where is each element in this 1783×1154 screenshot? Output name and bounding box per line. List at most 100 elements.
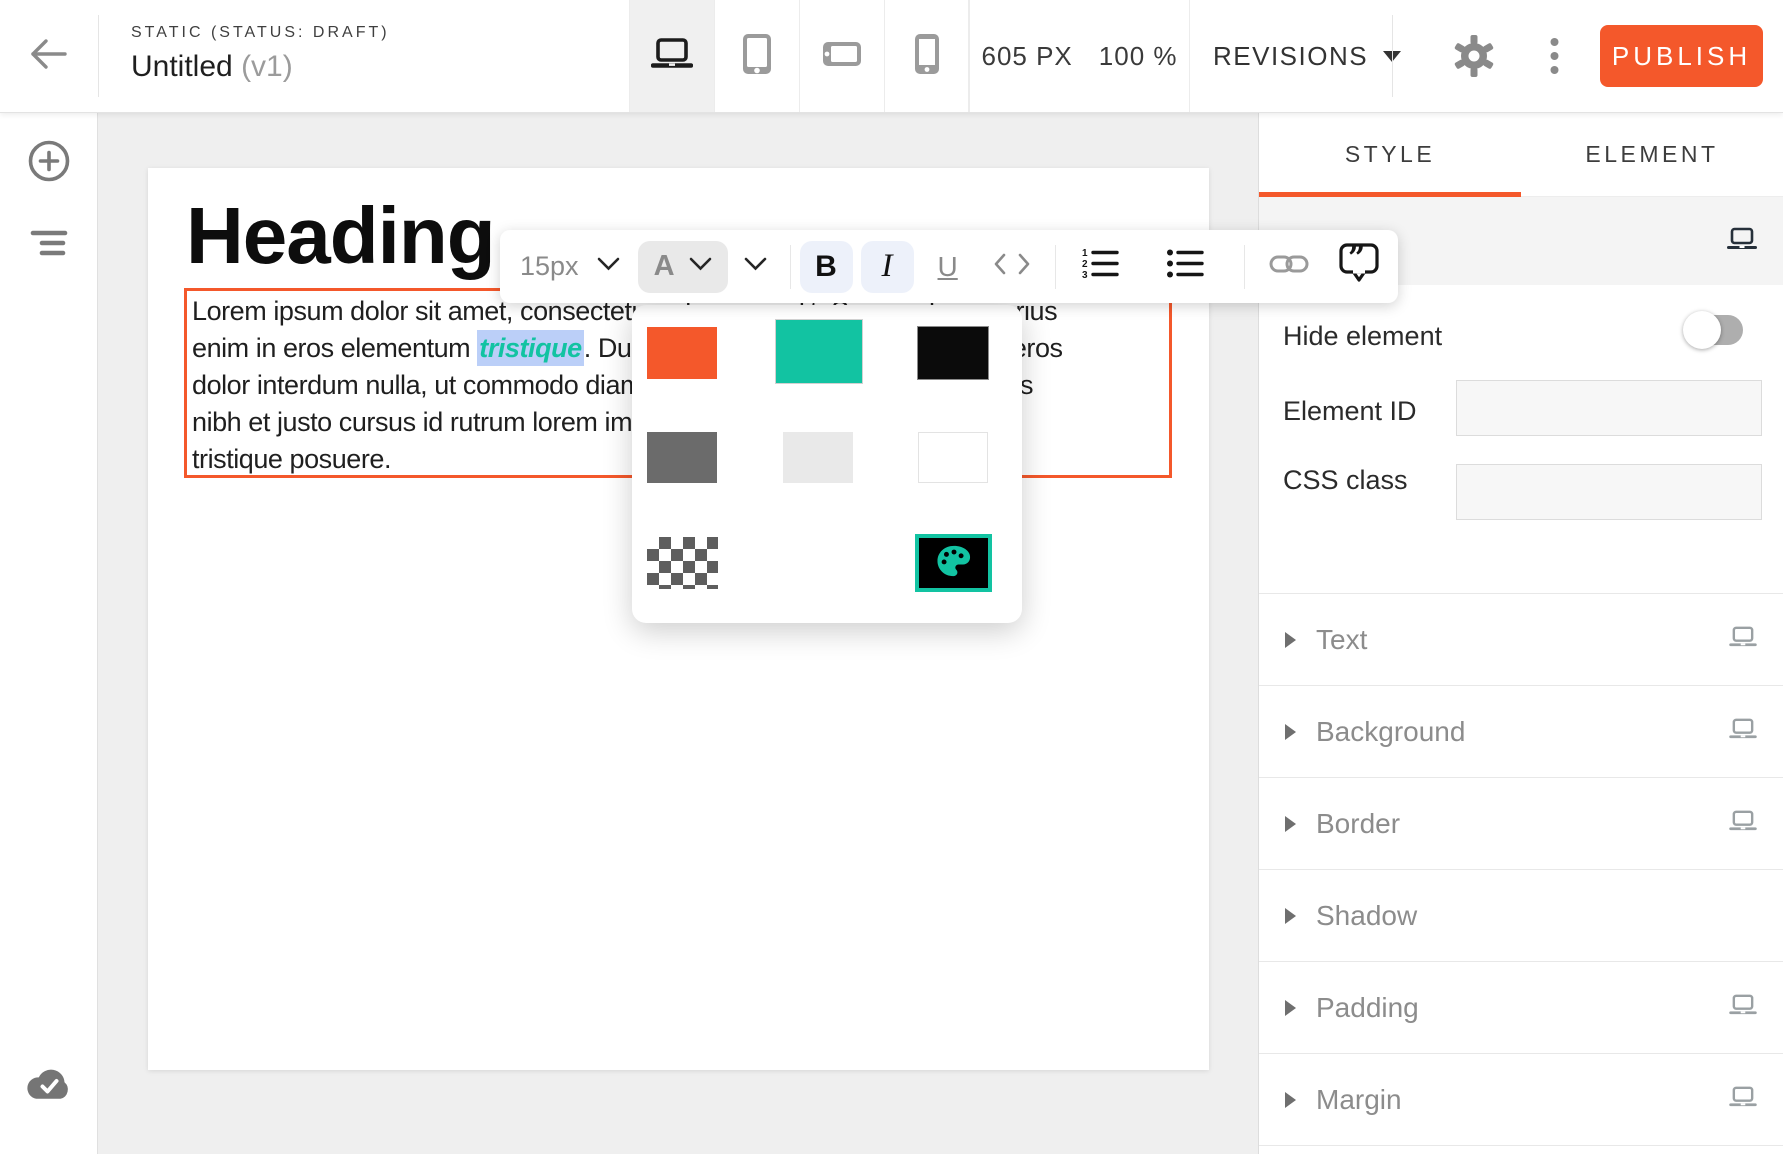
- italic-button[interactable]: I: [861, 241, 914, 293]
- unordered-list-icon: [1166, 248, 1204, 285]
- link-button[interactable]: [1269, 253, 1309, 280]
- gear-icon: [1452, 65, 1496, 82]
- color-swatch-dark-gray[interactable]: [647, 432, 717, 483]
- document-version: (v1): [241, 50, 293, 83]
- canvas-dimensions: 605 PX 100 %: [969, 0, 1190, 112]
- ordered-list-icon: 123: [1081, 248, 1119, 285]
- revisions-dropdown[interactable]: REVISIONS: [1213, 0, 1401, 112]
- phone-landscape-icon: [822, 41, 862, 72]
- tablet-icon: [740, 32, 774, 81]
- paragraph-style-dropdown-button[interactable]: [744, 257, 767, 276]
- svg-text:3: 3: [1082, 270, 1088, 280]
- text-color-button[interactable]: A: [638, 241, 728, 293]
- bold-button[interactable]: B: [800, 241, 853, 293]
- svg-text:”: ”: [1348, 243, 1365, 276]
- laptop-icon: [1727, 227, 1757, 256]
- autosave-cloud-check-icon: [23, 1092, 75, 1109]
- device-desktop-button[interactable]: [629, 0, 714, 112]
- code-button[interactable]: [994, 253, 1030, 280]
- panel-tabs: STYLE ELEMENT: [1259, 113, 1783, 197]
- document-name: Untitled (v1): [131, 50, 390, 84]
- font-size-dropdown-button[interactable]: [597, 257, 620, 276]
- divider: [1392, 15, 1393, 97]
- device-preview-switcher: [629, 0, 969, 112]
- code-icon: [994, 253, 1030, 280]
- palette-icon: [935, 544, 973, 583]
- font-size-value[interactable]: 15px: [520, 251, 579, 282]
- document-title-block: STATIC (STATUS: DRAFT) Untitled (v1): [131, 24, 390, 84]
- add-circle-icon: [27, 170, 71, 187]
- device-tablet-button[interactable]: [714, 0, 799, 112]
- laptop-icon: [1729, 1086, 1757, 1113]
- left-toolbar: [0, 113, 98, 1154]
- chevron-right-icon: [1285, 632, 1296, 648]
- device-mobile-portrait-button[interactable]: [884, 0, 969, 112]
- hide-element-label: Hide element: [1283, 321, 1442, 352]
- document-status: STATIC (STATUS: DRAFT): [131, 24, 390, 42]
- laptop-icon: [1729, 718, 1757, 745]
- publish-button[interactable]: PUBLISH: [1600, 25, 1763, 87]
- toolbar-divider: [1055, 245, 1056, 289]
- color-swatch-teal-selected[interactable]: [776, 320, 862, 383]
- laptop-icon: [1729, 994, 1757, 1021]
- laptop-icon: [1729, 810, 1757, 837]
- custom-color-button[interactable]: [915, 534, 992, 592]
- chevron-down-icon: [744, 257, 767, 276]
- css-class-label: CSS class: [1283, 465, 1408, 496]
- visibility-fields: Hide element Element ID CSS class: [1259, 285, 1783, 593]
- toggle-knob: [1683, 311, 1721, 349]
- chevron-right-icon: [1285, 908, 1296, 924]
- settings-button[interactable]: [1452, 34, 1496, 83]
- section-padding[interactable]: Padding: [1259, 961, 1783, 1053]
- section-border[interactable]: Border: [1259, 777, 1783, 869]
- canvas-zoom-value: 100 %: [1099, 41, 1178, 72]
- canvas-heading[interactable]: Heading: [186, 186, 495, 286]
- color-swatch-black[interactable]: [918, 327, 988, 379]
- comment-quote-icon: ”: [1339, 243, 1379, 290]
- element-id-label: Element ID: [1283, 396, 1417, 427]
- color-swatch-orange[interactable]: [647, 327, 717, 379]
- more-options-button[interactable]: [1550, 37, 1559, 80]
- section-margin[interactable]: Margin: [1259, 1053, 1783, 1145]
- link-icon: [1269, 253, 1309, 280]
- section-text[interactable]: Text: [1259, 593, 1783, 685]
- divider: [98, 15, 99, 97]
- back-arrow-icon: [29, 37, 69, 76]
- section-background[interactable]: Background: [1259, 685, 1783, 777]
- underline-button[interactable]: U: [938, 251, 958, 283]
- text-color-picker-popover: [632, 305, 1022, 623]
- selected-word: tristique: [477, 330, 583, 366]
- chevron-down-icon: [597, 257, 620, 276]
- chevron-right-icon: [1285, 724, 1296, 740]
- style-sections-accordion: Text Background Border Shadow Padding Ma…: [1259, 593, 1783, 1146]
- text-format-toolbar: 15px A B I U 123 ”: [500, 230, 1398, 303]
- css-class-input[interactable]: [1456, 464, 1762, 520]
- tab-style[interactable]: STYLE: [1259, 113, 1521, 196]
- svg-text:1: 1: [1082, 248, 1088, 259]
- color-swatch-light-gray[interactable]: [783, 432, 853, 483]
- ordered-list-button[interactable]: 123: [1081, 248, 1119, 285]
- element-id-input[interactable]: [1456, 380, 1762, 436]
- top-bar: STATIC (STATUS: DRAFT) Untitled (v1): [0, 0, 1783, 113]
- device-mobile-landscape-button[interactable]: [799, 0, 884, 112]
- section-shadow[interactable]: Shadow: [1259, 869, 1783, 961]
- unordered-list-button[interactable]: [1166, 248, 1204, 285]
- add-element-button[interactable]: [27, 139, 71, 188]
- toolbar-divider: [790, 245, 791, 289]
- laptop-icon: [651, 38, 693, 75]
- hide-element-toggle[interactable]: [1687, 315, 1743, 345]
- tab-element[interactable]: ELEMENT: [1521, 113, 1783, 196]
- chevron-right-icon: [1285, 1000, 1296, 1016]
- chevron-right-icon: [1285, 1092, 1296, 1108]
- svg-text:2: 2: [1082, 259, 1088, 270]
- chevron-down-icon: [689, 257, 712, 276]
- toolbar-divider: [1244, 245, 1245, 289]
- autosave-status: [23, 1067, 75, 1110]
- color-swatch-transparent-checker[interactable]: [647, 537, 718, 589]
- kebab-menu-icon: [1550, 62, 1559, 79]
- color-swatch-white[interactable]: [918, 432, 988, 483]
- laptop-icon: [1729, 626, 1757, 653]
- back-button[interactable]: [0, 0, 98, 112]
- layers-button[interactable]: [30, 230, 68, 261]
- comment-button[interactable]: ”: [1339, 243, 1379, 290]
